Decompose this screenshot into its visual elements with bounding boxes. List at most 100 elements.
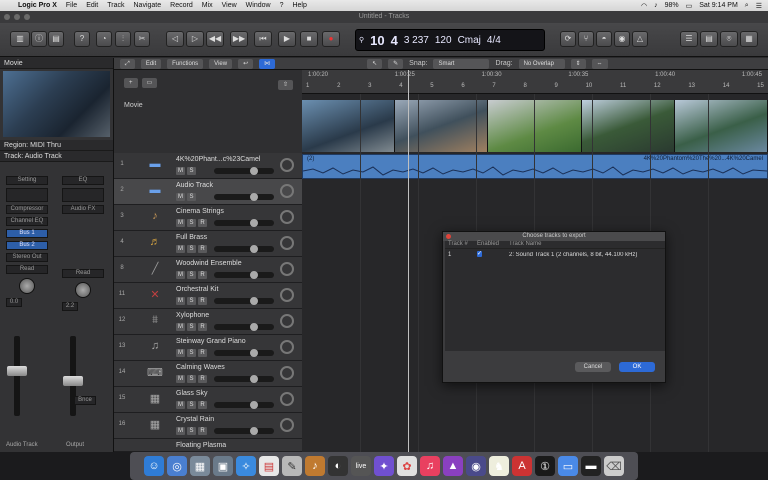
menu-view[interactable]: View — [222, 2, 237, 9]
track-pan-knob[interactable] — [280, 314, 294, 328]
solo-button[interactable]: S — [187, 271, 196, 279]
mute-button[interactable]: M — [176, 297, 185, 305]
track-pan-knob[interactable] — [280, 262, 294, 276]
automation-mode-2[interactable]: Read — [62, 269, 104, 278]
solo-button[interactable]: S — [187, 375, 196, 383]
cycle-button[interactable]: ⟳ — [560, 31, 576, 47]
track-pan-knob[interactable] — [280, 210, 294, 224]
folder-icon[interactable]: ▭ — [558, 456, 578, 476]
record-enable-button[interactable]: R — [198, 349, 207, 357]
volume-value[interactable]: 0.0 — [6, 298, 22, 307]
play-button[interactable]: ▶ — [278, 31, 296, 47]
track-name[interactable]: Crystal Rain — [176, 416, 214, 423]
editors-button[interactable]: ✂ — [134, 31, 150, 47]
track-row-2[interactable]: 2 ▬ Audio Track MS — [114, 179, 302, 205]
track-row-3[interactable]: 3 ♪ Cinema Strings MSR — [114, 205, 302, 231]
bar-ruler[interactable]: 1:00:20 1:00:25 1:00:30 1:00:35 1:00:40 … — [302, 70, 768, 94]
zoom-horizontal-icon[interactable]: ⇔ — [591, 58, 608, 69]
table-row[interactable]: 1 ✓ 2: Sound Track 1 (2 channels, 8 bit,… — [445, 249, 665, 260]
track-row-16[interactable]: 16 ▦ Crystal Rain MSR — [114, 413, 302, 439]
track-name[interactable]: Steinway Grand Piano — [176, 338, 246, 345]
output-slot[interactable]: Stereo Out — [6, 253, 48, 262]
wifi-icon[interactable]: ◠ — [641, 2, 647, 10]
trash-icon[interactable]: ⌫ — [604, 456, 624, 476]
tuner-button[interactable]: ⑂ — [578, 31, 594, 47]
track-volume-slider[interactable] — [214, 271, 274, 279]
flex-icon[interactable]: ⋈ — [259, 58, 276, 69]
spotlight-icon[interactable]: ⌕ — [745, 2, 749, 10]
track-volume-slider[interactable] — [214, 401, 274, 409]
solo-button[interactable]: S — [187, 427, 196, 435]
track-name[interactable]: Calming Waves — [176, 364, 225, 371]
track-name[interactable]: Orchestral Kit — [176, 286, 218, 293]
track-volume-slider[interactable] — [214, 219, 274, 227]
mute-button[interactable]: M — [176, 167, 185, 175]
solo-button[interactable]: S — [187, 297, 196, 305]
solo-button[interactable]: ◓ — [596, 31, 612, 47]
zoom-window-icon[interactable] — [24, 14, 30, 20]
col-enabled[interactable]: Enabled — [477, 241, 509, 248]
track-row-4[interactable]: 4 ♬ Full Brass MSR — [114, 231, 302, 257]
audio-icon[interactable]: ♞ — [489, 456, 509, 476]
menu-window[interactable]: Window — [246, 2, 271, 9]
mute-button[interactable]: M — [176, 193, 185, 201]
mute-button[interactable]: M — [176, 401, 185, 409]
menu-record[interactable]: Record — [170, 2, 193, 9]
ok-button[interactable]: OK — [619, 362, 655, 372]
track-pan-knob[interactable] — [280, 418, 294, 432]
1password-icon[interactable]: ① — [535, 456, 555, 476]
cancel-button[interactable]: Cancel — [575, 362, 611, 372]
volume-fader-track[interactable] — [14, 336, 20, 416]
track-volume-slider[interactable] — [214, 323, 274, 331]
menu-app-name[interactable]: Logic Pro X — [18, 2, 57, 9]
help-button[interactable]: ? — [74, 31, 90, 47]
track-pan-knob[interactable] — [280, 184, 294, 198]
mute-button[interactable]: M — [176, 323, 185, 331]
close-icon[interactable] — [446, 234, 451, 239]
motion-icon[interactable]: ◉ — [466, 456, 486, 476]
record-enable-button[interactable]: R — [198, 323, 207, 331]
edit-menu[interactable]: Edit — [140, 58, 162, 69]
col-track-number[interactable]: Track # — [445, 241, 477, 248]
setting-slot[interactable]: Setting — [6, 176, 48, 185]
track-row-1[interactable]: 1 ▬ 4K%20Phant...c%23Camel MS — [114, 153, 302, 179]
solo-button[interactable]: S — [187, 245, 196, 253]
pan-knob-2[interactable] — [75, 282, 91, 298]
eq-display-2[interactable] — [62, 188, 104, 202]
track-row-12[interactable]: 12 ⩩ Xylophone MSR — [114, 309, 302, 335]
send-bus1[interactable]: Bus 1 — [6, 229, 48, 238]
region-header[interactable]: Region: MIDI Thru — [0, 140, 113, 151]
toolbar-button[interactable]: ▤ — [48, 31, 64, 47]
solo-button[interactable]: S — [187, 193, 196, 201]
volume-fader-2[interactable] — [63, 376, 83, 386]
track-pan-knob[interactable] — [280, 366, 294, 380]
music-icon[interactable]: ♫ — [420, 456, 440, 476]
record-enable-button[interactable]: R — [198, 271, 207, 279]
mixer-button[interactable]: ⫶ — [115, 31, 131, 47]
app-store-icon[interactable]: A — [512, 456, 532, 476]
pan-knob[interactable] — [19, 278, 35, 294]
track-row-13[interactable]: 13 ♫ Steinway Grand Piano MSR — [114, 335, 302, 361]
notification-icon[interactable]: ☰ — [756, 2, 762, 10]
lcd-display[interactable]: ⚲ 10 4 3 237 120 Cmaj 4/4 — [355, 29, 545, 51]
pointer-tool-icon[interactable]: ↖ — [367, 58, 383, 69]
record-button[interactable]: ● — [322, 31, 340, 47]
track-row-8[interactable]: 8 ╱ Woodwind Ensemble MSR — [114, 257, 302, 283]
menu-navigate[interactable]: Navigate — [134, 2, 162, 9]
automation-mode[interactable]: Read — [6, 265, 48, 274]
record-enable-button[interactable]: R — [198, 427, 207, 435]
record-enable-button[interactable]: R — [198, 245, 207, 253]
play-from-selection-button[interactable]: ▷ — [186, 31, 204, 47]
volume-value-2[interactable]: 2.2 — [62, 302, 78, 311]
functions-menu[interactable]: Functions — [167, 58, 204, 69]
pencil-tool-icon[interactable]: ✎ — [388, 58, 404, 69]
solo-button[interactable]: S — [187, 323, 196, 331]
menu-track[interactable]: Track — [107, 2, 124, 9]
photos-icon[interactable]: ✿ — [397, 456, 417, 476]
menu-mix[interactable]: Mix — [202, 2, 213, 9]
track-name[interactable]: Xylophone — [176, 312, 209, 319]
snap-select[interactable]: Smart — [433, 58, 490, 69]
track-inspector-header[interactable]: Track: Audio Track — [0, 151, 113, 162]
notes-icon[interactable]: ✎ — [282, 456, 302, 476]
playhead[interactable] — [408, 70, 409, 452]
